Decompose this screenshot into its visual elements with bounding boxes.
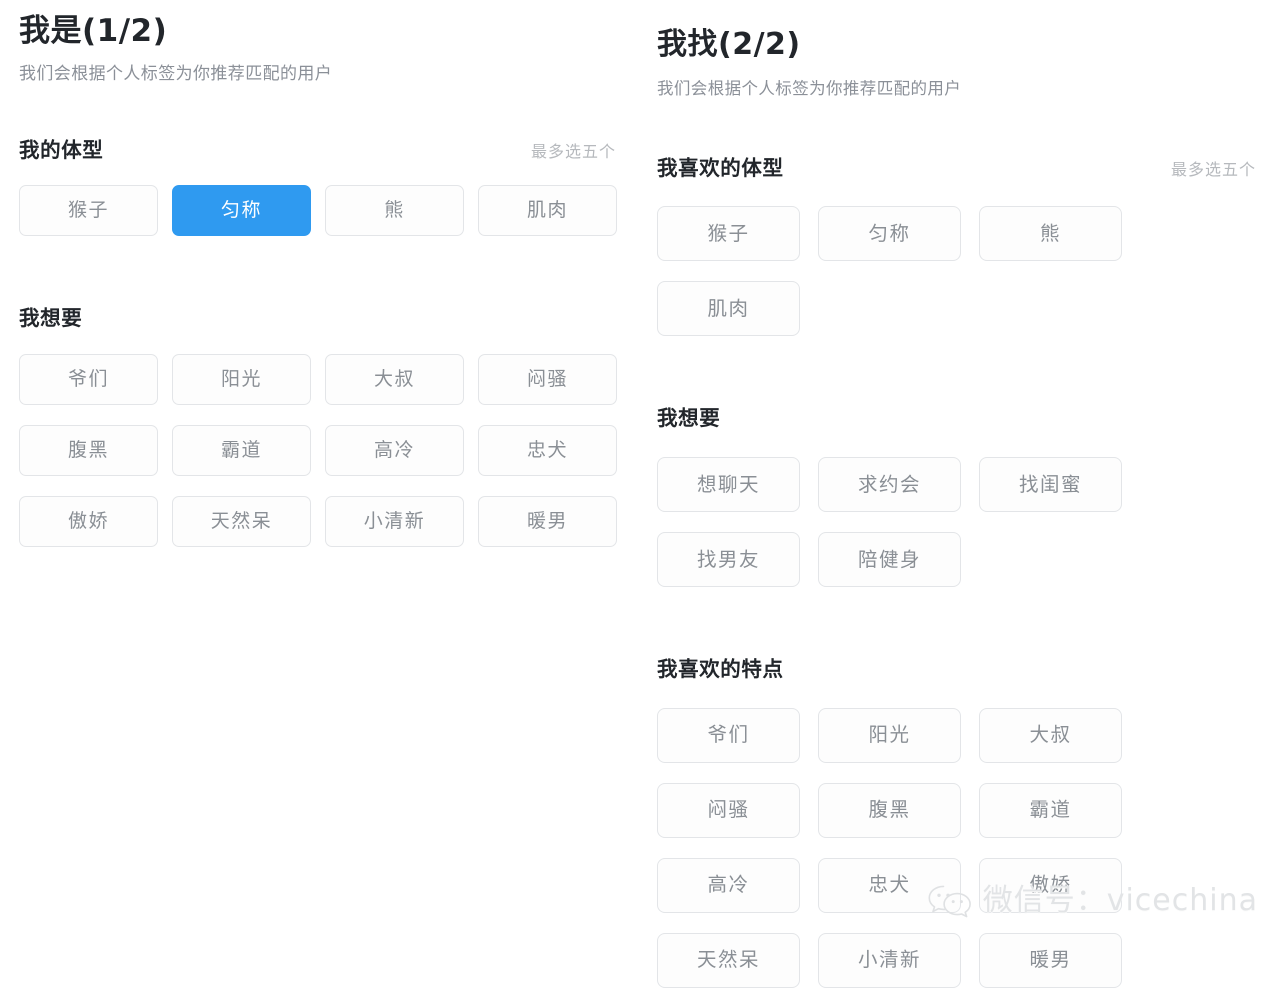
tag-option[interactable]: 猴子 xyxy=(657,206,800,262)
tag-option[interactable]: 肌肉 xyxy=(478,185,617,237)
tag-grid: 想聊天 求约会 找闺蜜 找男友 陪健身 xyxy=(657,456,1260,607)
section-i-want-right: 我想要 想聊天 求约会 找闺蜜 找男友 陪健身 xyxy=(657,406,1260,607)
tag-option[interactable]: 求约会 xyxy=(818,456,961,512)
tag-option[interactable]: 闷骚 xyxy=(478,353,617,405)
tag-option[interactable]: 天然呆 xyxy=(657,932,800,988)
tag-grid: 猴子 匀称 熊 肌肉 xyxy=(657,206,1260,356)
tag-option[interactable]: 暖男 xyxy=(478,495,617,547)
tag-option[interactable]: 阳光 xyxy=(818,707,961,763)
section-header: 我喜欢的体型 最多选五个 xyxy=(657,156,1260,181)
tag-option[interactable]: 高冷 xyxy=(325,424,464,476)
section-header: 我想要 xyxy=(19,306,620,331)
tag-option[interactable]: 找男友 xyxy=(657,531,800,587)
tag-option[interactable]: 大叔 xyxy=(325,353,464,405)
section-header: 我想要 xyxy=(657,406,1260,431)
tag-option[interactable]: 天然呆 xyxy=(172,495,311,547)
tag-grid: 爷们 阳光 大叔 闷骚 腹黑 霸道 高冷 忠犬 傲娇 天然呆 小清新 暖男 xyxy=(657,707,1260,1008)
page-title-left: 我是(1/2) xyxy=(19,13,168,49)
tag-selection-screen: 我是(1/2) 我们会根据个人标签为你推荐匹配的用户 我的体型 最多选五个 猴子… xyxy=(0,0,1280,988)
tag-option[interactable]: 大叔 xyxy=(979,707,1122,763)
tag-option[interactable]: 高冷 xyxy=(657,857,800,913)
tag-option[interactable]: 腹黑 xyxy=(818,782,961,838)
tag-option[interactable]: 暖男 xyxy=(979,932,1122,988)
tag-option[interactable]: 阳光 xyxy=(172,353,311,405)
tag-option[interactable]: 傲娇 xyxy=(19,495,158,547)
tag-option-selected[interactable]: 匀称 xyxy=(172,185,311,237)
section-liked-body-type: 我喜欢的体型 最多选五个 猴子 匀称 熊 肌肉 xyxy=(657,156,1260,357)
section-title: 我喜欢的特点 xyxy=(657,656,784,681)
section-title: 我的体型 xyxy=(19,137,104,162)
section-header: 我的体型 最多选五个 xyxy=(19,138,620,163)
tag-option[interactable]: 猴子 xyxy=(19,185,158,237)
watermark: 微信号：vicechina xyxy=(927,884,1258,918)
tag-option[interactable]: 熊 xyxy=(325,185,464,237)
section-my-body-type: 我的体型 最多选五个 猴子 匀称 熊 肌肉 xyxy=(19,138,620,257)
section-title: 我想要 xyxy=(19,306,83,331)
section-hint: 最多选五个 xyxy=(1170,159,1256,179)
tag-option[interactable]: 小清新 xyxy=(325,495,464,547)
section-liked-traits: 我喜欢的特点 爷们 阳光 大叔 闷骚 腹黑 霸道 高冷 忠犬 傲娇 天然呆 小清… xyxy=(657,657,1260,1008)
tag-option[interactable]: 腹黑 xyxy=(19,424,158,476)
tag-option[interactable]: 忠犬 xyxy=(478,424,617,476)
watermark-text: 微信号：vicechina xyxy=(982,883,1258,918)
tag-option[interactable]: 熊 xyxy=(979,206,1122,262)
tag-grid: 猴子 匀称 熊 肌肉 xyxy=(19,185,620,256)
wechat-icon xyxy=(927,884,973,918)
tag-option[interactable]: 找闺蜜 xyxy=(979,456,1122,512)
tag-grid: 爷们 阳光 大叔 闷骚 腹黑 霸道 高冷 忠犬 傲娇 天然呆 小清新 暖男 xyxy=(19,353,620,567)
section-title: 我喜欢的体型 xyxy=(657,155,784,180)
tag-option[interactable]: 霸道 xyxy=(172,424,311,476)
tag-option[interactable]: 想聊天 xyxy=(657,456,800,512)
tag-option[interactable]: 爷们 xyxy=(657,707,800,763)
tag-option[interactable]: 小清新 xyxy=(818,932,961,988)
section-hint: 最多选五个 xyxy=(530,141,616,161)
section-header: 我喜欢的特点 xyxy=(657,657,1260,682)
tag-option[interactable]: 陪健身 xyxy=(818,531,961,587)
tag-option[interactable]: 爷们 xyxy=(19,353,158,405)
section-i-want: 我想要 爷们 阳光 大叔 闷骚 腹黑 霸道 高冷 忠犬 傲娇 天然呆 小清新 暖… xyxy=(19,306,620,567)
tag-option[interactable]: 闷骚 xyxy=(657,782,800,838)
tag-option[interactable]: 肌肉 xyxy=(657,281,800,337)
page-subtitle-right: 我们会根据个人标签为你推荐匹配的用户 xyxy=(657,78,962,98)
section-title: 我想要 xyxy=(657,406,721,431)
tag-option[interactable]: 匀称 xyxy=(818,206,961,262)
page-subtitle-left: 我们会根据个人标签为你推荐匹配的用户 xyxy=(19,63,333,84)
pane-i-am: 我是(1/2) 我们会根据个人标签为你推荐匹配的用户 我的体型 最多选五个 猴子… xyxy=(0,0,640,960)
tag-option[interactable]: 霸道 xyxy=(979,782,1122,838)
pane-i-seek: 我找(2/2) 我们会根据个人标签为你推荐匹配的用户 我喜欢的体型 最多选五个 … xyxy=(640,0,1280,988)
page-title-right: 我找(2/2) xyxy=(657,27,801,62)
